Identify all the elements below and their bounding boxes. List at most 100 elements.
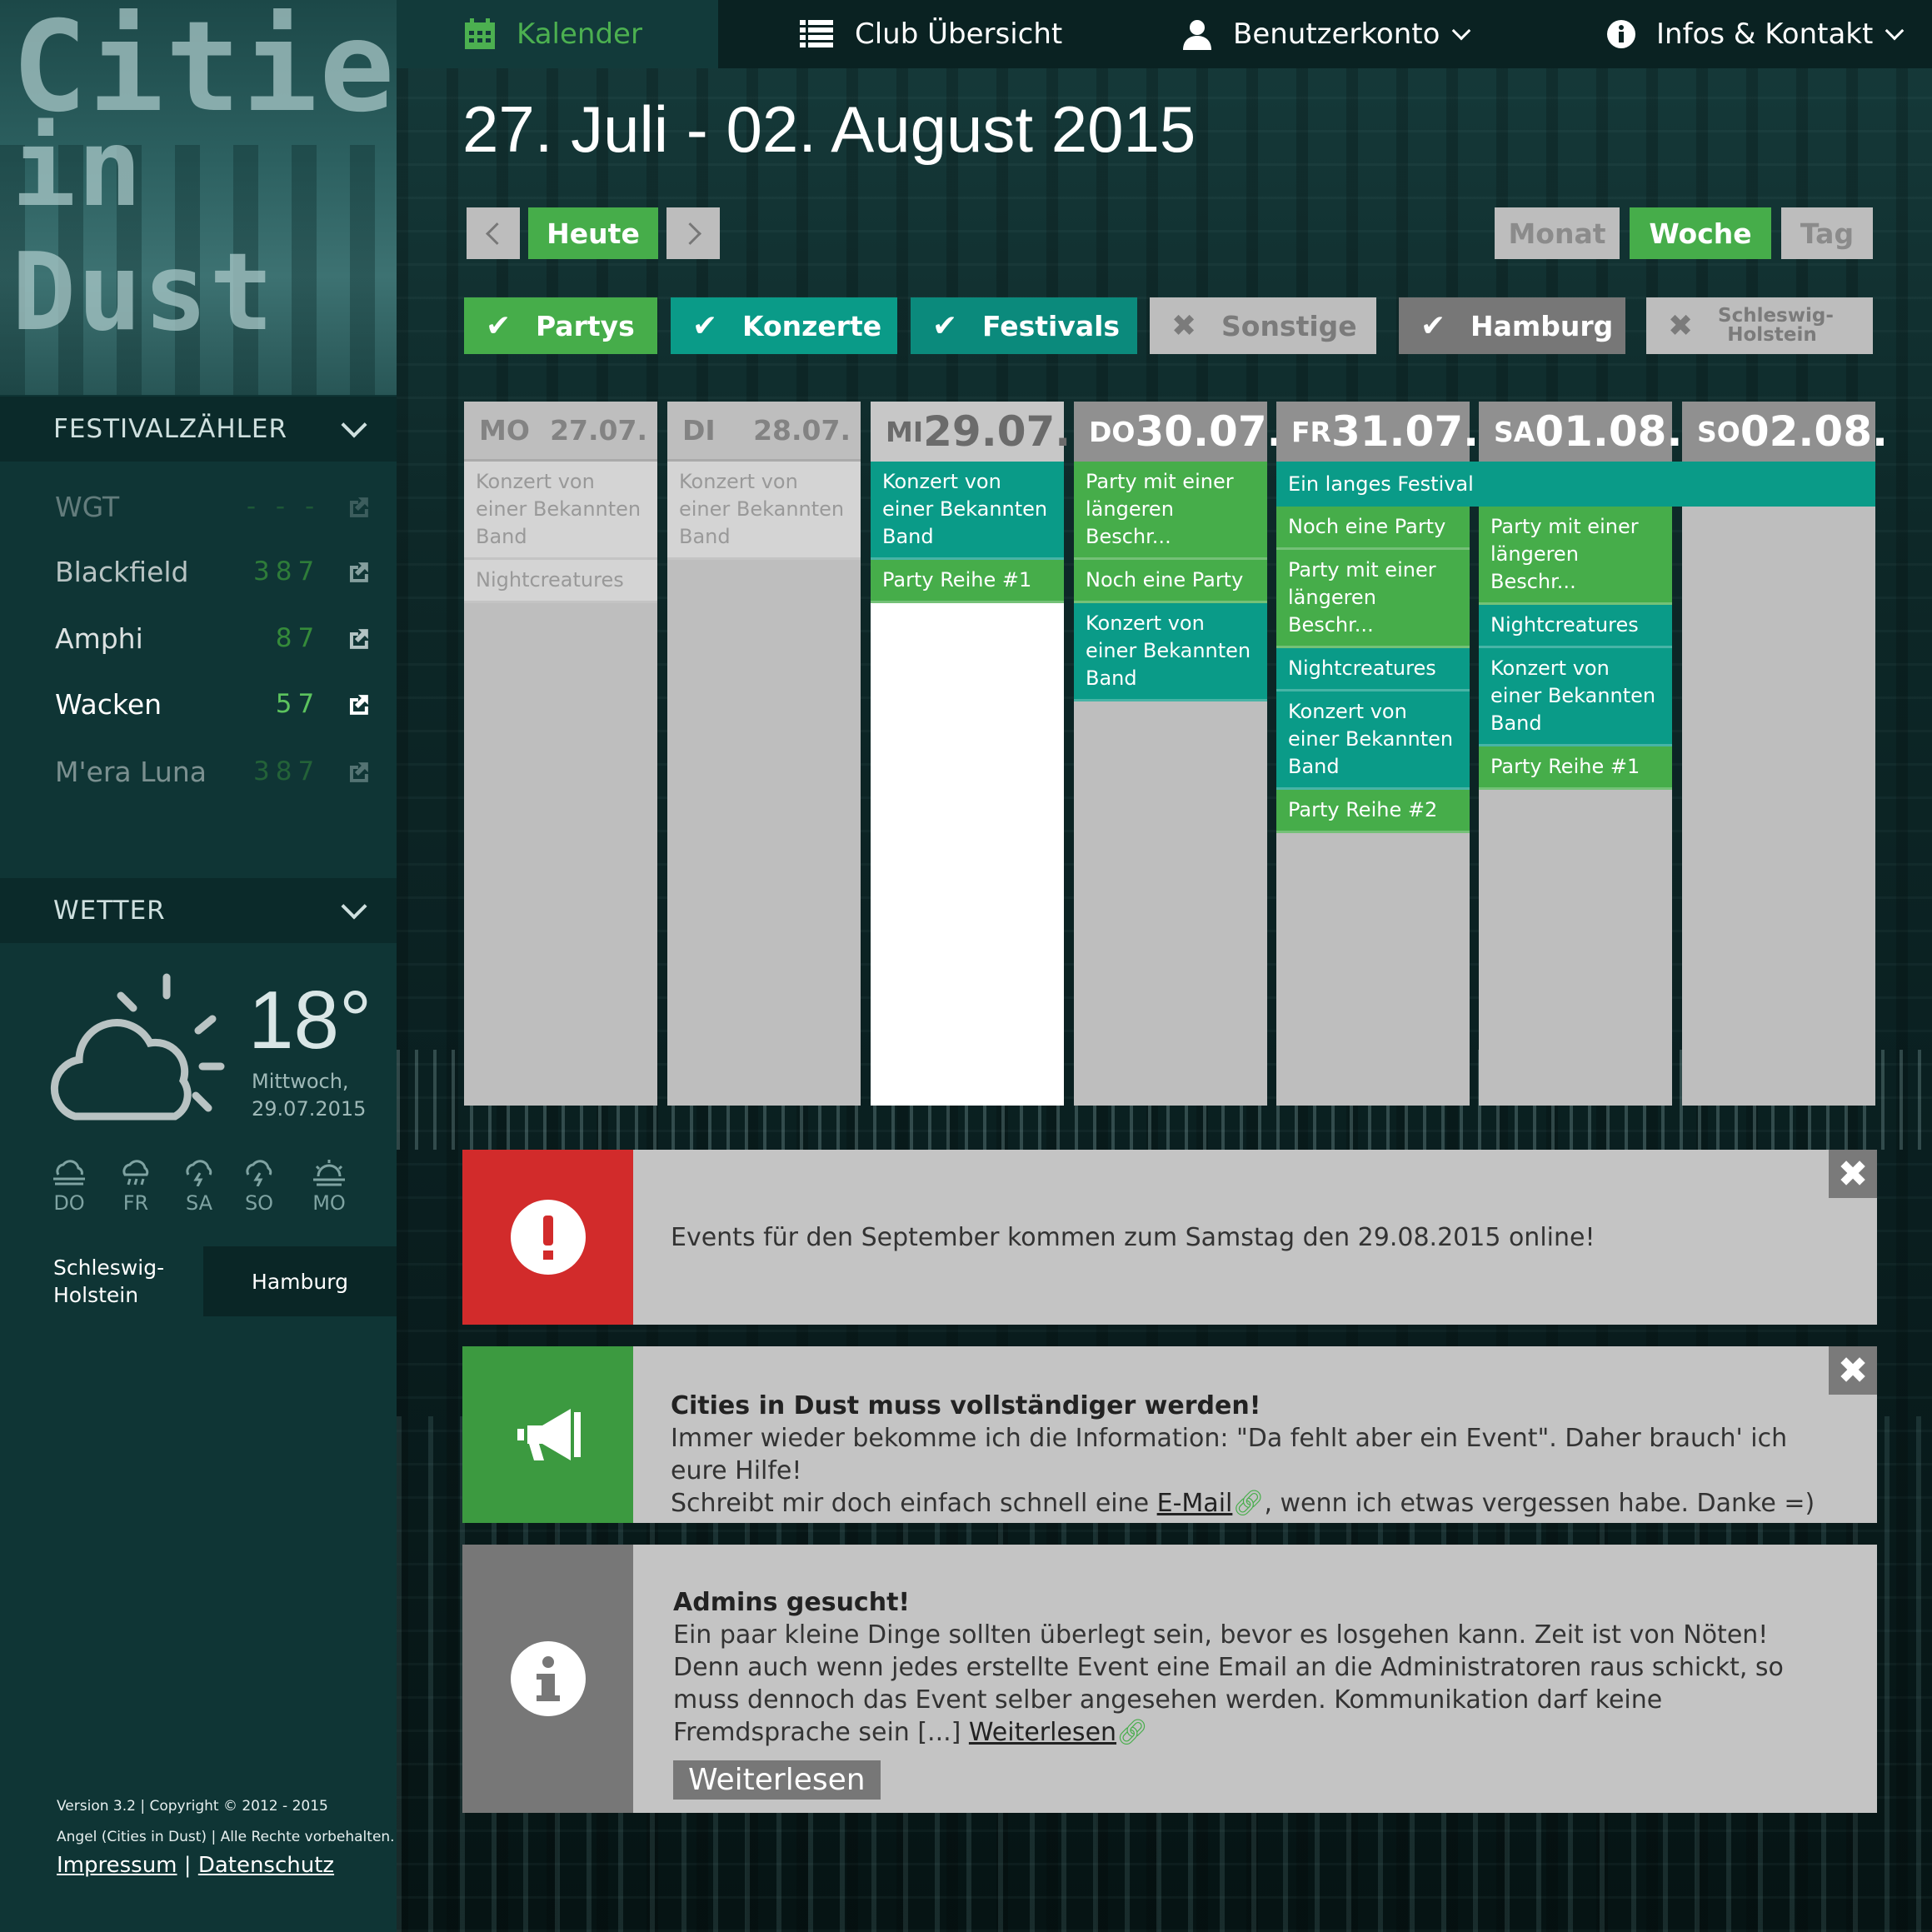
calendar-event[interactable]: Nightcreatures xyxy=(1276,648,1470,691)
view-week-button[interactable]: Woche xyxy=(1630,207,1771,259)
calendar-event[interactable]: Noch eine Party xyxy=(1074,560,1267,603)
calendar-event[interactable]: Party Reihe #2 xyxy=(1276,790,1470,833)
filter-sonstige[interactable]: ✖ Sonstige xyxy=(1150,297,1376,354)
nav-kalender[interactable]: Kalender xyxy=(397,0,718,68)
user-icon xyxy=(1183,20,1211,50)
location-hamburg[interactable]: Hamburg xyxy=(203,1246,397,1316)
forecast-label: MO xyxy=(312,1191,346,1215)
today-button[interactable]: Heute xyxy=(528,207,658,259)
version-text: Version 3.2 | Copyright © 2012 - 2015 xyxy=(57,1798,328,1815)
view-day-button[interactable]: Tag xyxy=(1781,207,1873,259)
forecast-label: FR xyxy=(122,1191,149,1215)
filter-label: Konzerte xyxy=(742,309,882,342)
day-date: 30.07. xyxy=(1135,407,1283,456)
calendar-event[interactable]: Konzert von einer Bekannten Band xyxy=(1074,603,1267,701)
day-column-mo: MO 27.07. Konzert von einer Bekannten Ban… xyxy=(464,402,657,1106)
nav-account[interactable]: Benutzerkonto xyxy=(1181,0,1471,68)
calendar-event[interactable]: Party mit einer längeren Beschr... xyxy=(1479,507,1672,605)
day-name: MI xyxy=(886,415,924,448)
day-header: DI 28.07. xyxy=(667,402,861,462)
calendar-event[interactable]: Party Reihe #1 xyxy=(1479,746,1672,790)
chevron-left-icon xyxy=(485,222,508,245)
day-date: 01.08. xyxy=(1535,407,1683,456)
alert-info: Admins gesucht! Ein paar kleine Dinge so… xyxy=(462,1545,1877,1813)
nav-kalender-label: Kalender xyxy=(517,17,642,51)
festival-count: - - - xyxy=(246,492,321,522)
calendar-event[interactable]: Noch eine Party xyxy=(1276,507,1470,550)
close-icon: ✖ xyxy=(1171,308,1197,343)
alert-notice-body: Cities in Dust muss vollständiger werden… xyxy=(671,1390,1827,1520)
day-column-sa: SA 01.08. Party mit einer längeren Beschr… xyxy=(1479,402,1682,1106)
weather-header[interactable]: WETTER xyxy=(0,878,397,943)
calendar-event[interactable]: Konzert von einer Bekannten Band xyxy=(1479,648,1672,746)
alert-notice-line2: Schreibt mir doch einfach schnell eine E… xyxy=(671,1487,1827,1520)
notice-text: Schreibt mir doch einfach schnell eine xyxy=(671,1489,1157,1518)
festival-item-wacken[interactable]: Wacken 57 xyxy=(55,679,372,729)
external-link-icon[interactable] xyxy=(347,559,372,584)
alert-warning-text: Events für den September kommen zum Sams… xyxy=(671,1223,1595,1252)
external-link-icon[interactable] xyxy=(347,626,372,651)
fog-icon xyxy=(53,1160,85,1186)
festival-item-meraluna[interactable]: M'era Luna 387 xyxy=(55,746,372,796)
forecast-day: DO xyxy=(40,1158,98,1215)
impressum-link[interactable]: Impressum xyxy=(57,1853,177,1878)
nav-info-label: Infos & Kontakt xyxy=(1656,17,1874,51)
read-more-link[interactable]: Weiterlesen xyxy=(969,1718,1116,1747)
alert-warning-side xyxy=(462,1150,633,1325)
day-date: 31.07. xyxy=(1330,407,1480,456)
filter-partys[interactable]: ✔ Partys xyxy=(464,297,657,354)
festival-item-wgt[interactable]: WGT - - - xyxy=(55,482,372,532)
festival-name: M'era Luna xyxy=(55,755,207,788)
festival-count: 87 xyxy=(275,623,321,653)
sidebar: Cities in Dust FESTIVALZÄHLER WGT - - - … xyxy=(0,0,397,1932)
festival-count: 387 xyxy=(253,557,321,587)
site-logo[interactable]: Cities in Dust xyxy=(0,0,397,395)
calendar-event[interactable]: Party Reihe #1 xyxy=(871,560,1064,603)
filter-festivals[interactable]: ✔ Festivals xyxy=(911,297,1137,354)
nav-info-contact[interactable]: Infos & Kontakt xyxy=(1606,0,1905,68)
chevron-down-icon xyxy=(1885,21,1905,41)
chevron-down-icon xyxy=(341,412,367,438)
nav-account-label: Benutzerkonto xyxy=(1233,17,1440,51)
alert-info-body: Admins gesucht! Ein paar kleine Dinge so… xyxy=(673,1586,1827,1800)
day-date: 02.08. xyxy=(1740,407,1888,456)
day-header: FR 31.07. xyxy=(1276,402,1479,462)
external-link-icon[interactable] xyxy=(347,691,372,716)
calendar-event[interactable]: Konzert von einer Bekannten Band xyxy=(667,462,861,560)
privacy-link[interactable]: Datenschutz xyxy=(198,1853,334,1878)
festival-event-bar[interactable]: Ein langes Festival xyxy=(1276,462,1875,507)
chevron-down-icon xyxy=(1452,21,1471,41)
forecast-day: MO xyxy=(300,1158,358,1215)
prev-week-button[interactable] xyxy=(467,207,520,259)
calendar-event[interactable]: Nightcreatures xyxy=(1479,605,1672,648)
calendar-event[interactable]: Konzert von einer Bekannten Band xyxy=(1276,691,1470,790)
day-column-do: DO 30.07. Party mit einer längeren Beschr… xyxy=(1074,402,1283,1106)
external-link-icon[interactable] xyxy=(347,494,372,519)
alert-info-title: Admins gesucht! xyxy=(673,1588,911,1617)
calendar-event[interactable]: Konzert von einer Bekannten Band xyxy=(464,462,657,560)
email-link[interactable]: E-Mail xyxy=(1157,1489,1233,1518)
current-temperature: 18° xyxy=(248,974,372,1066)
view-month-button[interactable]: Monat xyxy=(1495,207,1620,259)
filter-konzerte[interactable]: ✔ Konzerte xyxy=(671,297,897,354)
notice-text: , wenn ich etwas vergessen habe. Danke =… xyxy=(1264,1489,1815,1518)
close-alert-button[interactable]: ✖ xyxy=(1829,1150,1877,1198)
external-link-icon[interactable] xyxy=(347,759,372,784)
calendar-event[interactable]: Nightcreatures xyxy=(464,560,657,603)
location-schleswig-holstein[interactable]: Schleswig-Holstein xyxy=(0,1246,220,1316)
close-alert-button[interactable]: ✖ xyxy=(1829,1346,1877,1395)
filter-hamburg[interactable]: ✔ Hamburg xyxy=(1399,297,1625,354)
festival-counter-header[interactable]: FESTIVALZÄHLER xyxy=(0,397,397,462)
calendar-event[interactable]: Party mit einer längeren Beschr... xyxy=(1074,462,1267,560)
festival-item-blackfield[interactable]: Blackfield 387 xyxy=(55,547,372,597)
read-more-button[interactable]: Weiterlesen xyxy=(673,1760,881,1800)
filter-schleswig-holstein[interactable]: ✖ Schleswig-Holstein xyxy=(1646,297,1873,354)
calendar-icon xyxy=(465,18,495,49)
calendar-event[interactable]: Konzert von einer Bekannten Band xyxy=(871,462,1064,560)
partly-cloudy-icon xyxy=(50,973,225,1121)
day-column-fr: FR 31.07. Noch eine Party Party mit einer… xyxy=(1276,402,1479,1106)
festival-item-amphi[interactable]: Amphi 87 xyxy=(55,613,372,663)
nav-club-overview[interactable]: Club Übersicht xyxy=(800,0,1062,68)
next-week-button[interactable] xyxy=(666,207,720,259)
calendar-event[interactable]: Party mit einer längeren Beschr... xyxy=(1276,550,1470,648)
